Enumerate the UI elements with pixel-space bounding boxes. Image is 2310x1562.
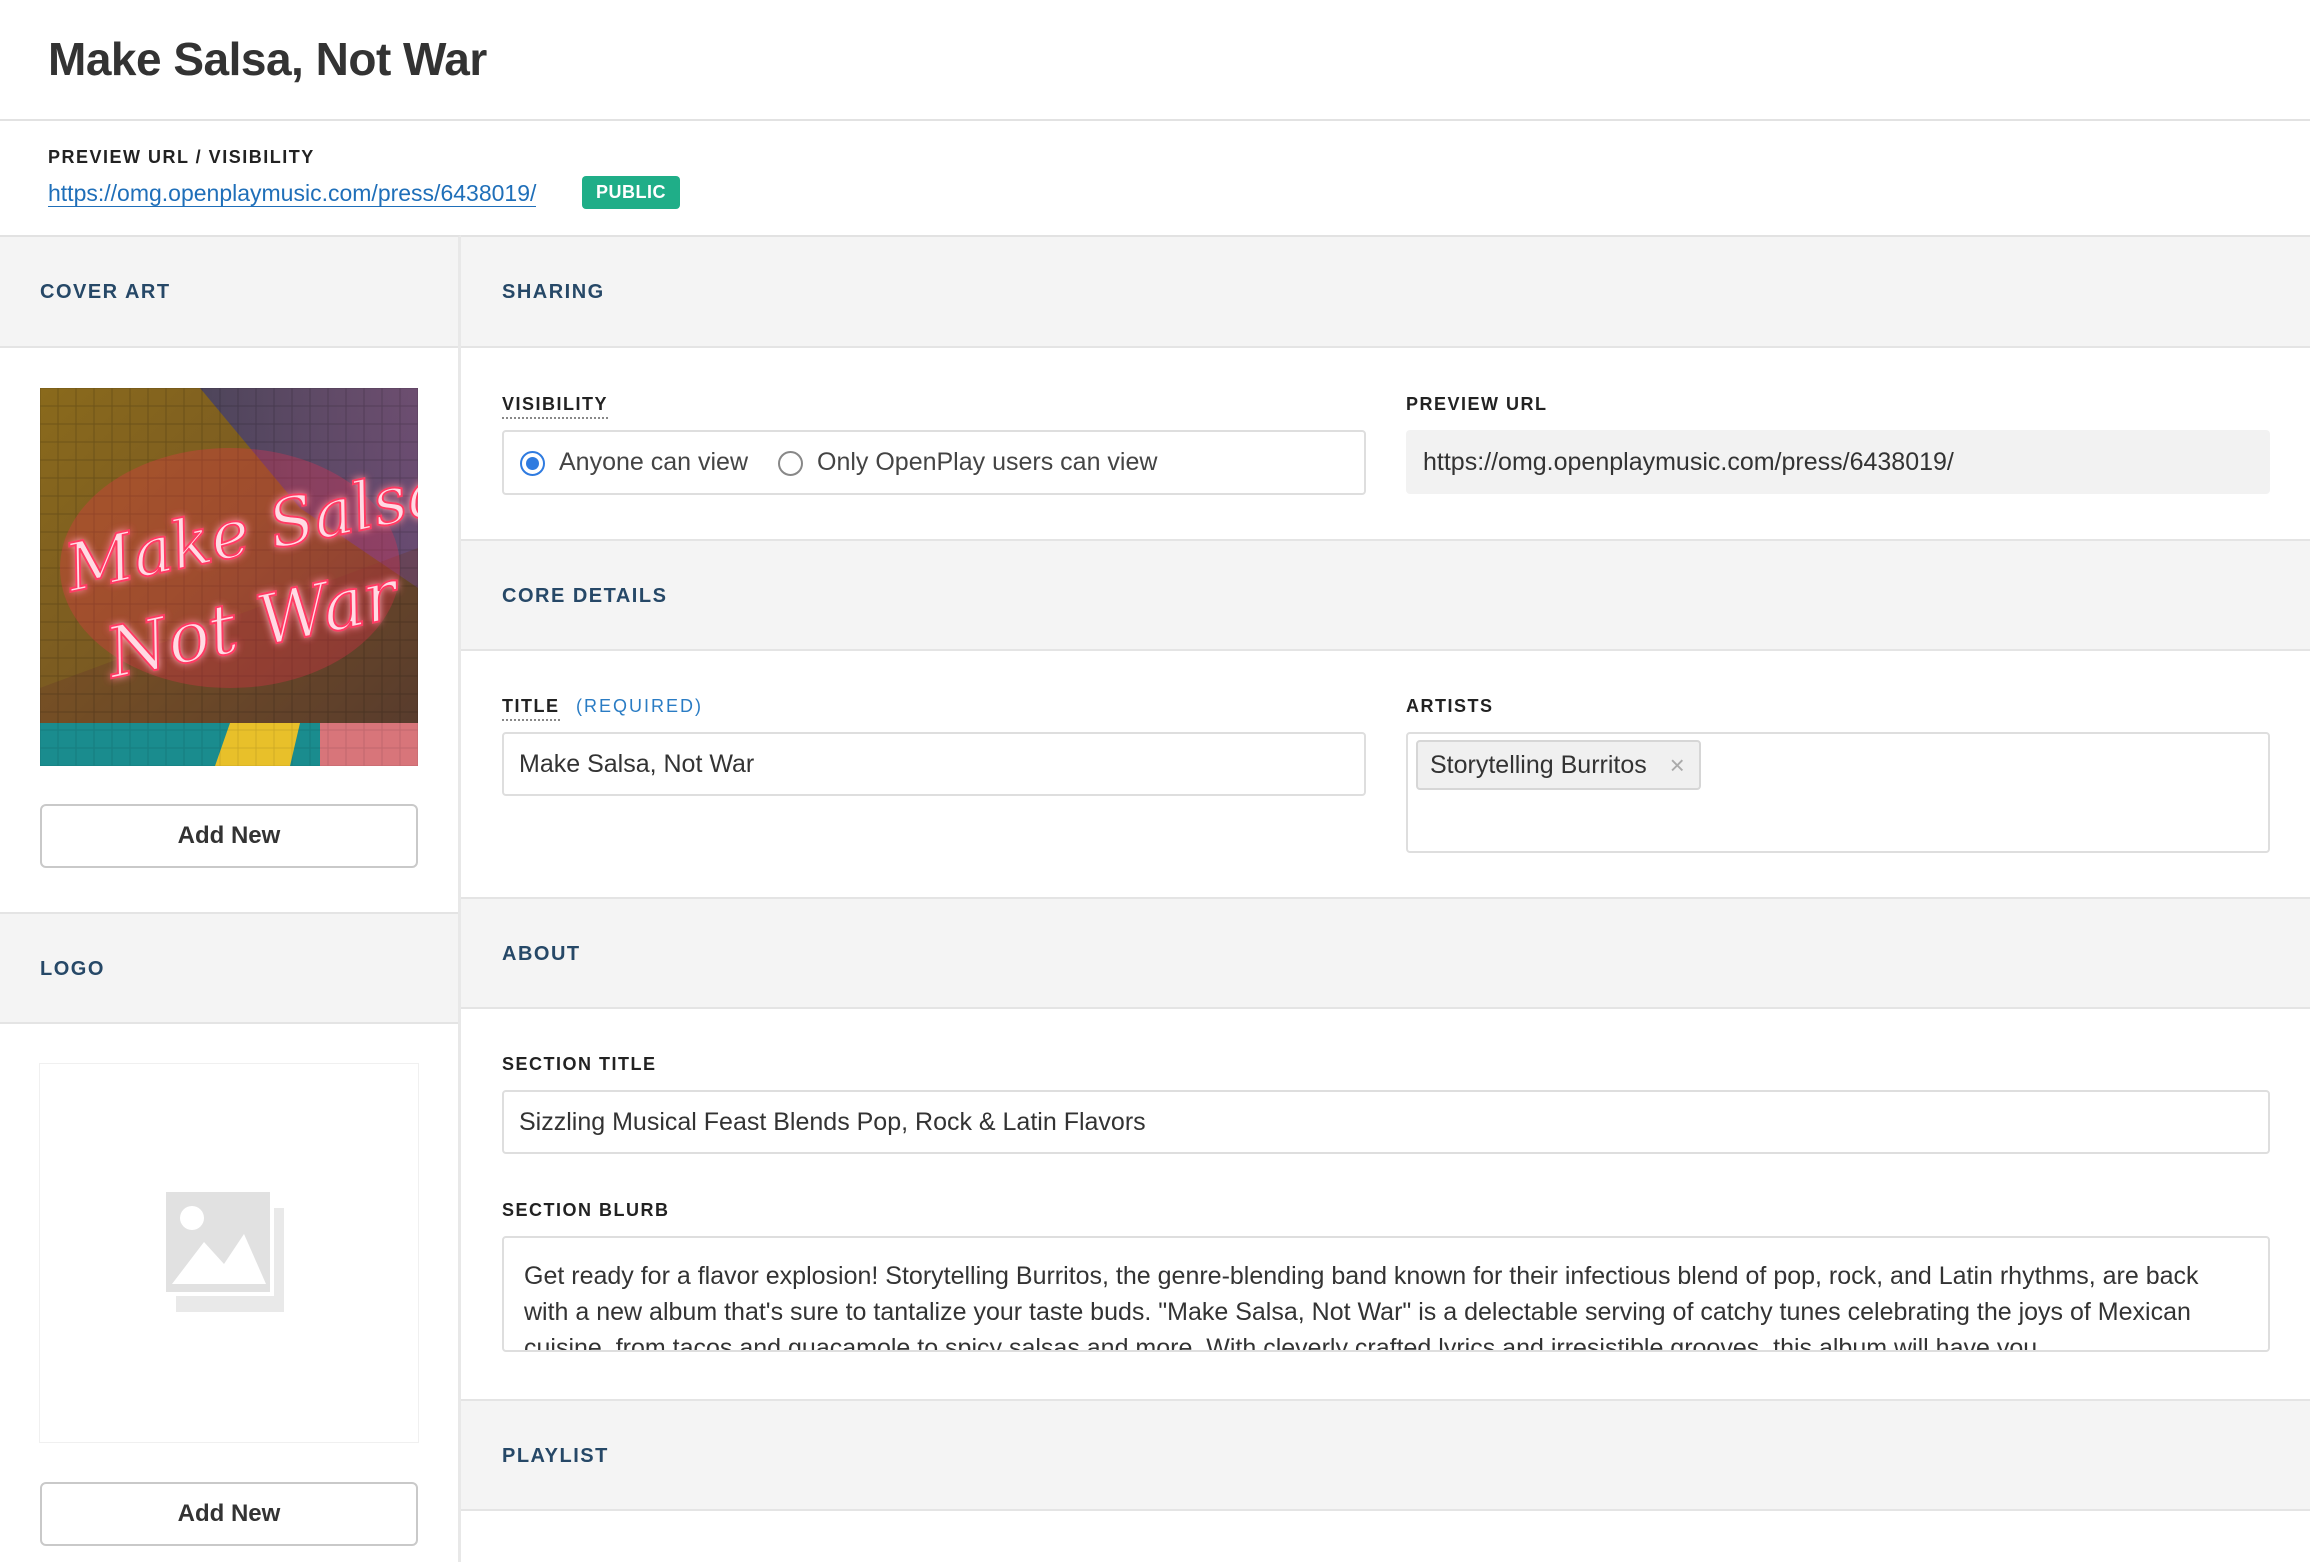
page-header: Make Salsa, Not War <box>0 0 2310 121</box>
visibility-label: VISIBILITY <box>502 394 609 419</box>
visibility-option-anyone-label[interactable]: Anyone can view <box>559 448 748 477</box>
page-title: Make Salsa, Not War <box>48 33 487 85</box>
section-blurb-textarea[interactable]: Get ready for a flavor explosion! Storyt… <box>502 1236 2270 1352</box>
preview-url-label: PREVIEW URL <box>1406 394 1548 414</box>
visibility-option-openplay-label[interactable]: Only OpenPlay users can view <box>817 448 1157 477</box>
image-placeholder-icon <box>164 1190 284 1312</box>
artists-label: ARTISTS <box>1406 696 1494 716</box>
preview-url-link[interactable]: https://omg.openplaymusic.com/press/6438… <box>48 180 537 207</box>
section-blurb-label: SECTION BLURB <box>502 1200 670 1220</box>
cover-art-heading: COVER ART <box>40 281 171 303</box>
artist-tag: Storytelling Burritos × <box>1416 740 1701 790</box>
cover-art-add-new-button[interactable]: Add New <box>40 804 418 868</box>
title-label: TITLE <box>502 696 560 721</box>
playlist-heading: PLAYLIST <box>502 1445 609 1467</box>
logo-section-header: LOGO <box>0 912 458 1024</box>
preview-visibility-label: PREVIEW URL / VISIBILITY <box>48 147 315 167</box>
sharing-section-header: SHARING <box>461 237 2310 348</box>
artists-input[interactable]: Storytelling Burritos × <box>1406 732 2270 853</box>
visibility-radio-group: Anyone can view Only OpenPlay users can … <box>502 430 1366 495</box>
core-details-heading: CORE DETAILS <box>502 585 668 607</box>
core-details-section-header: CORE DETAILS <box>461 539 2310 651</box>
remove-artist-icon[interactable]: × <box>1670 742 1685 788</box>
visibility-status-badge: PUBLIC <box>582 176 680 209</box>
logo-heading: LOGO <box>40 958 105 980</box>
cover-art-section-header: COVER ART <box>0 237 458 348</box>
preview-url-field[interactable]: https://omg.openplaymusic.com/press/6438… <box>1406 430 2270 494</box>
artist-tag-label: Storytelling Burritos <box>1430 751 1647 779</box>
title-required-note: (REQUIRED) <box>576 696 703 716</box>
cover-art-image: Make Salsa Not War <box>40 388 418 766</box>
about-heading: ABOUT <box>502 943 581 965</box>
section-title-input[interactable]: Sizzling Musical Feast Blends Pop, Rock … <box>502 1090 2270 1154</box>
visibility-radio-anyone[interactable] <box>520 451 545 476</box>
sharing-heading: SHARING <box>502 281 605 303</box>
logo-add-new-button[interactable]: Add New <box>40 1482 418 1546</box>
logo-placeholder <box>40 1064 418 1442</box>
playlist-section-header[interactable]: PLAYLIST <box>461 1399 2310 1511</box>
preview-strip <box>0 121 2310 235</box>
title-input[interactable]: Make Salsa, Not War <box>502 732 1366 796</box>
about-section-header: ABOUT <box>461 897 2310 1009</box>
section-title-label: SECTION TITLE <box>502 1054 657 1074</box>
visibility-radio-openplay-only[interactable] <box>778 451 803 476</box>
